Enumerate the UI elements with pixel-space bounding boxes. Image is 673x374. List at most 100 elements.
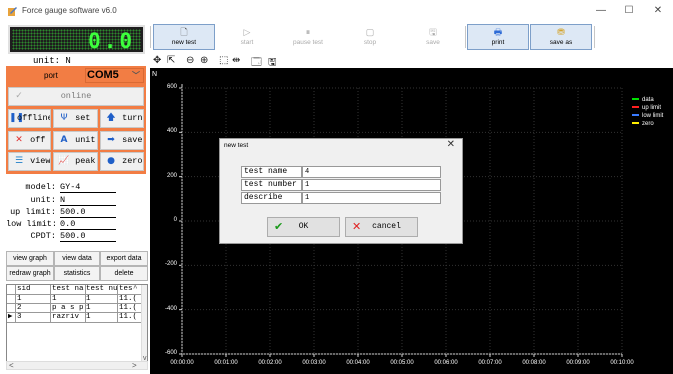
low-limit-label: low limit: bbox=[6, 219, 58, 229]
unit-label-info: unit: bbox=[30, 195, 56, 205]
table-cell[interactable]: 11.( bbox=[119, 313, 141, 322]
dialog-title: new test bbox=[224, 142, 249, 149]
check-icon: ✓ bbox=[15, 91, 23, 101]
test-number-label: test number bbox=[241, 179, 302, 191]
save-label: save bbox=[122, 135, 143, 145]
table-cell[interactable]: 1 bbox=[86, 295, 117, 304]
fit-width-icon[interactable]: ⇹ bbox=[232, 55, 240, 66]
column-header[interactable]: test num bbox=[86, 285, 117, 294]
close-icon[interactable]: ✕ bbox=[447, 139, 455, 150]
table-cell[interactable]: p a s p bbox=[52, 304, 85, 313]
zero-button[interactable]: ● zero bbox=[100, 152, 144, 171]
describe-input[interactable]: 1 bbox=[302, 192, 441, 204]
chevron-up-icon[interactable]: ^ bbox=[133, 285, 141, 294]
y-tick-label: -200 bbox=[164, 261, 177, 268]
y-tick-label: 600 bbox=[166, 84, 177, 90]
view-data-button[interactable]: view data bbox=[54, 251, 100, 266]
new-test-dialog: new test ✕ test name 4 test number 1 des… bbox=[219, 138, 463, 244]
up-limit-value: 500.0 bbox=[60, 207, 116, 218]
online-button[interactable]: ✓ online bbox=[8, 87, 144, 106]
offline-button[interactable]: ❚❚offline bbox=[8, 109, 51, 128]
view-graph-button[interactable]: view graph bbox=[6, 251, 54, 266]
table-cell[interactable]: razriv bbox=[52, 313, 85, 322]
export-data-button[interactable]: export data bbox=[100, 251, 148, 266]
model-label: model: bbox=[25, 182, 56, 192]
save-button-panel[interactable]: ➡ save bbox=[100, 131, 144, 150]
view-button[interactable]: ☰ view bbox=[8, 152, 51, 171]
zero-label: zero bbox=[122, 156, 143, 166]
legend-item-data: data bbox=[632, 97, 654, 103]
chevron-down-icon: ﹀ bbox=[132, 71, 140, 80]
vertical-scrollbar[interactable]: v bbox=[141, 285, 147, 361]
stop-button[interactable]: ▢ stop bbox=[339, 24, 401, 50]
off-button[interactable]: ✕ off bbox=[8, 131, 51, 150]
x-tick-label: 00:09:00 bbox=[566, 360, 590, 366]
x-tick-label: 00:04:00 bbox=[346, 360, 370, 366]
save-as-button[interactable]: ⛃ save as bbox=[530, 24, 592, 50]
select-box-icon[interactable]: ⬚ bbox=[219, 55, 228, 66]
close-window-button[interactable]: ✕ bbox=[643, 3, 673, 19]
save-as-icon: ⛃ bbox=[557, 27, 565, 37]
delete-button[interactable]: delete bbox=[100, 266, 148, 281]
low-limit-row: low limit: 0.0 bbox=[6, 219, 116, 230]
set-label: set bbox=[75, 113, 91, 123]
low-limit-value: 0.0 bbox=[60, 219, 116, 230]
x-tick-label: 00:01:00 bbox=[214, 360, 238, 366]
maximize-button[interactable]: ☐ bbox=[614, 3, 644, 19]
new-test-button[interactable]: 🗋 new test bbox=[153, 24, 215, 50]
horizontal-scrollbar[interactable]: < > bbox=[6, 361, 148, 370]
cancel-button[interactable]: ✕ cancel bbox=[345, 217, 418, 237]
port-select[interactable]: COM5 ﹀ bbox=[85, 68, 144, 83]
cursor-icon[interactable]: ⇱ bbox=[167, 55, 175, 66]
column-header[interactable]: tes bbox=[119, 285, 133, 294]
test-number-input[interactable]: 1 bbox=[302, 179, 441, 191]
y-tick-label: -600 bbox=[164, 350, 177, 356]
describe-row: describe 1 bbox=[241, 192, 441, 204]
column-header[interactable]: sid bbox=[17, 285, 50, 294]
pause-test-button[interactable]: ⏸ pause test bbox=[277, 24, 339, 50]
pan-icon[interactable]: ✥ bbox=[153, 55, 161, 66]
test-name-input[interactable]: 4 bbox=[302, 166, 441, 178]
statistics-button[interactable]: statistics bbox=[54, 266, 100, 281]
legend-item-low-limit: low limit bbox=[632, 113, 663, 119]
table-cell[interactable]: 1 bbox=[17, 295, 50, 304]
pause-icon: ⏸ bbox=[305, 27, 311, 37]
redraw-graph-button[interactable]: redraw graph bbox=[6, 266, 54, 281]
table-cell[interactable]: 1 bbox=[52, 295, 85, 304]
peak-button[interactable]: 📈 peak bbox=[53, 152, 98, 171]
zoom-out-icon[interactable]: ⊖ bbox=[186, 55, 194, 66]
cpdt-label: CPDT: bbox=[30, 231, 56, 241]
y-tick-label: 0 bbox=[173, 217, 177, 223]
unit-button[interactable]: A unit bbox=[53, 131, 98, 150]
zoom-in-icon[interactable]: ⊕ bbox=[200, 55, 208, 66]
x-tick-label: 00:00:00 bbox=[170, 360, 194, 366]
port-value: COM5 bbox=[87, 69, 119, 81]
antenna-icon: Ψ bbox=[60, 113, 68, 123]
table-cell[interactable]: 3 bbox=[17, 313, 50, 322]
set-button[interactable]: Ψ set bbox=[53, 109, 98, 128]
arrow-right-icon: ➡ bbox=[107, 135, 115, 145]
start-button[interactable]: ▷ start bbox=[216, 24, 278, 50]
table-cell[interactable]: 11.( bbox=[119, 304, 141, 313]
table-cell[interactable]: 1 bbox=[86, 304, 117, 313]
save-button[interactable]: 🖫 save bbox=[402, 24, 464, 50]
turn-button[interactable]: 🡅 turn bbox=[100, 109, 144, 128]
force-reading: 0.0 bbox=[88, 29, 135, 53]
table-cell[interactable]: 11.( bbox=[119, 295, 141, 304]
floppy-icon: 🖫 bbox=[429, 27, 437, 37]
table-cell[interactable]: 1 bbox=[86, 313, 117, 322]
test-table[interactable]: sid test na test num tes ^ 1 1 1 11.( 2 … bbox=[6, 284, 148, 362]
column-header[interactable]: test na bbox=[52, 285, 85, 294]
force-display: 0.0 bbox=[8, 25, 145, 54]
ok-button[interactable]: ✔ OK bbox=[267, 217, 340, 237]
x-tick-label: 00:07:00 bbox=[478, 360, 502, 366]
print-button[interactable]: 🖶 print bbox=[467, 24, 529, 50]
minimize-button[interactable]: — bbox=[586, 3, 616, 19]
off-label: off bbox=[30, 135, 46, 145]
turn-label: turn bbox=[122, 113, 143, 123]
chevron-left-icon[interactable]: < bbox=[9, 361, 14, 370]
x-tick-label: 00:10:00 bbox=[610, 360, 634, 366]
x-tick-label: 00:03:00 bbox=[302, 360, 326, 366]
table-cell[interactable]: 2 bbox=[17, 304, 50, 313]
chevron-right-icon[interactable]: > bbox=[132, 361, 137, 370]
